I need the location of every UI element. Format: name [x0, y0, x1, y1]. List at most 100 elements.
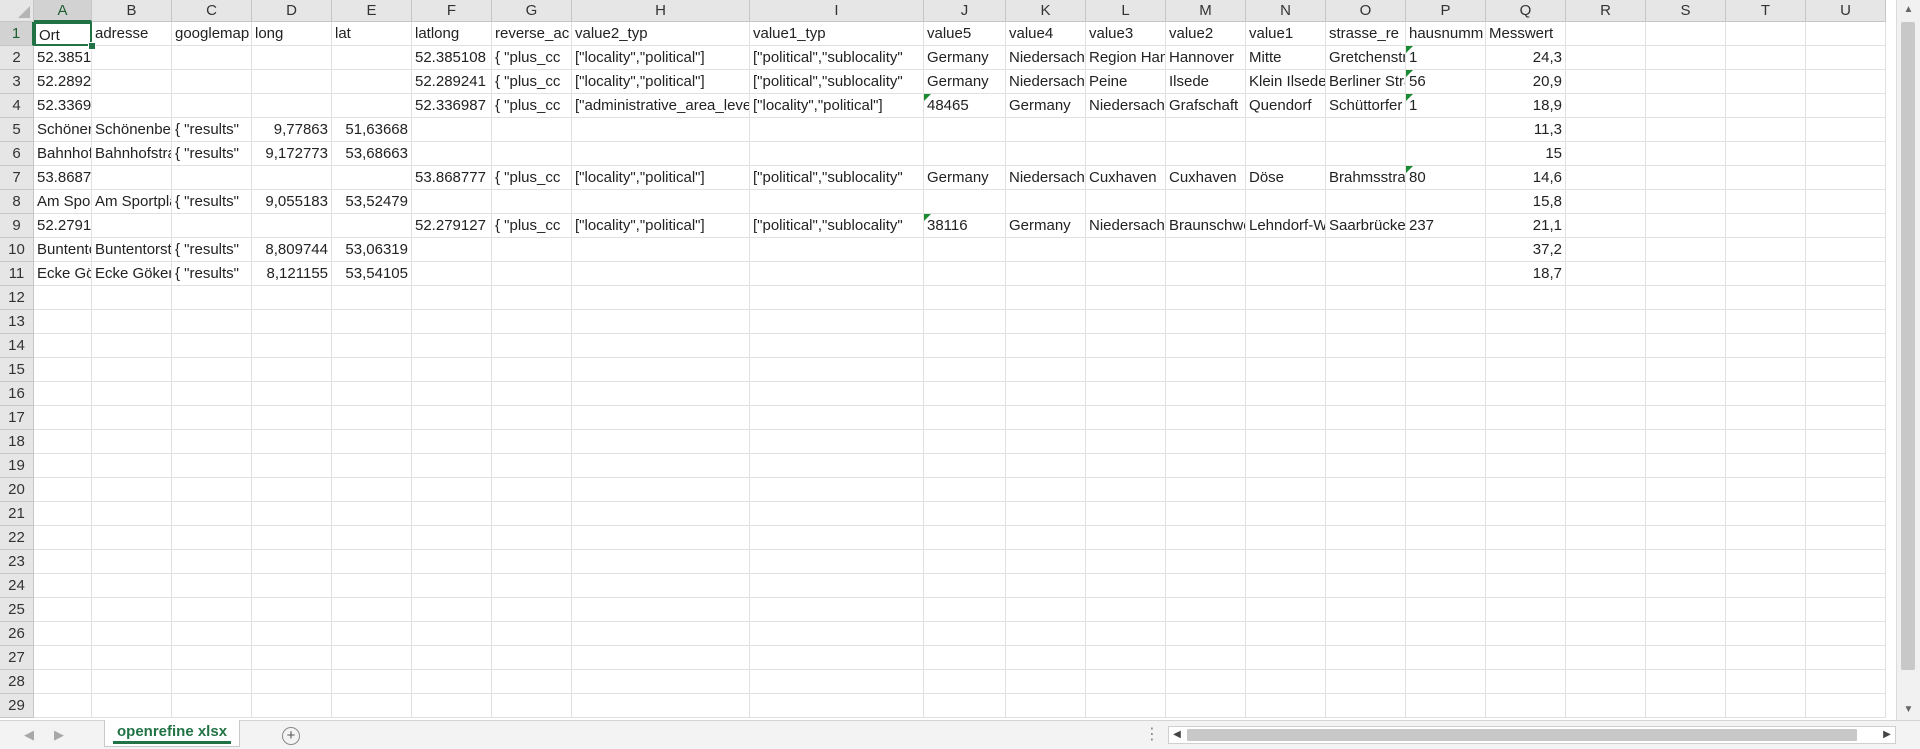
cell-c12[interactable] [172, 286, 252, 310]
fill-handle[interactable] [88, 42, 96, 50]
cell-s5[interactable] [1646, 118, 1726, 142]
cell-a11[interactable]: Ecke Gökerstraße [34, 262, 92, 286]
cell-o3[interactable]: Berliner Straße [1326, 70, 1406, 94]
cell-g3[interactable]: { "plus_cc [492, 70, 572, 94]
cell-l9[interactable]: Niedersachsen [1086, 214, 1166, 238]
cell-h16[interactable] [572, 382, 750, 406]
cell-n22[interactable] [1246, 526, 1326, 550]
cell-t8[interactable] [1726, 190, 1806, 214]
cell-c23[interactable] [172, 550, 252, 574]
row-header-22[interactable]: 22 [0, 526, 34, 550]
cell-d1[interactable]: long [252, 22, 332, 46]
cell-u4[interactable] [1806, 94, 1886, 118]
cell-q15[interactable] [1486, 358, 1566, 382]
cell-a20[interactable] [34, 478, 92, 502]
cell-k19[interactable] [1006, 454, 1086, 478]
cell-c11[interactable]: { "results" [172, 262, 252, 286]
cell-d11[interactable]: 8,121155 [252, 262, 332, 286]
cell-q11[interactable]: 18,7 [1486, 262, 1566, 286]
cell-t15[interactable] [1726, 358, 1806, 382]
cell-c20[interactable] [172, 478, 252, 502]
cell-o28[interactable] [1326, 670, 1406, 694]
cell-q24[interactable] [1486, 574, 1566, 598]
cell-b17[interactable] [92, 406, 172, 430]
cell-d21[interactable] [252, 502, 332, 526]
cell-n29[interactable] [1246, 694, 1326, 718]
column-header-s[interactable]: S [1646, 0, 1726, 22]
cell-m9[interactable]: Braunschweig [1166, 214, 1246, 238]
cell-u9[interactable] [1806, 214, 1886, 238]
cell-g9[interactable]: { "plus_cc [492, 214, 572, 238]
cell-u6[interactable] [1806, 142, 1886, 166]
cell-o7[interactable]: Brahmsstraße [1326, 166, 1406, 190]
cell-o13[interactable] [1326, 310, 1406, 334]
cell-u24[interactable] [1806, 574, 1886, 598]
cell-q18[interactable] [1486, 430, 1566, 454]
cell-l23[interactable] [1086, 550, 1166, 574]
cell-p28[interactable] [1406, 670, 1486, 694]
cell-g28[interactable] [492, 670, 572, 694]
cell-b26[interactable] [92, 622, 172, 646]
cell-q29[interactable] [1486, 694, 1566, 718]
cell-j27[interactable] [924, 646, 1006, 670]
cell-a18[interactable] [34, 430, 92, 454]
cell-o1[interactable]: strasse_re [1326, 22, 1406, 46]
cell-k22[interactable] [1006, 526, 1086, 550]
cell-s11[interactable] [1646, 262, 1726, 286]
cell-r27[interactable] [1566, 646, 1646, 670]
cell-k4[interactable]: Germany [1006, 94, 1086, 118]
cell-n10[interactable] [1246, 238, 1326, 262]
cell-d23[interactable] [252, 550, 332, 574]
cell-c14[interactable] [172, 334, 252, 358]
row-header-29[interactable]: 29 [0, 694, 34, 718]
cell-g18[interactable] [492, 430, 572, 454]
cell-i22[interactable] [750, 526, 924, 550]
cell-g15[interactable] [492, 358, 572, 382]
cell-s16[interactable] [1646, 382, 1726, 406]
cell-u7[interactable] [1806, 166, 1886, 190]
cell-f23[interactable] [412, 550, 492, 574]
cell-b23[interactable] [92, 550, 172, 574]
cell-n2[interactable]: Mitte [1246, 46, 1326, 70]
cell-q20[interactable] [1486, 478, 1566, 502]
cell-c19[interactable] [172, 454, 252, 478]
cell-i29[interactable] [750, 694, 924, 718]
cell-s17[interactable] [1646, 406, 1726, 430]
cell-h25[interactable] [572, 598, 750, 622]
cell-i12[interactable] [750, 286, 924, 310]
cell-q25[interactable] [1486, 598, 1566, 622]
cell-r5[interactable] [1566, 118, 1646, 142]
cell-l1[interactable]: value3 [1086, 22, 1166, 46]
cell-n25[interactable] [1246, 598, 1326, 622]
row-header-25[interactable]: 25 [0, 598, 34, 622]
cell-k10[interactable] [1006, 238, 1086, 262]
cell-m26[interactable] [1166, 622, 1246, 646]
vertical-scroll-thumb[interactable] [1901, 22, 1915, 670]
cell-q1[interactable]: Messwert [1486, 22, 1566, 46]
cell-n7[interactable]: Döse [1246, 166, 1326, 190]
cell-r13[interactable] [1566, 310, 1646, 334]
cell-p17[interactable] [1406, 406, 1486, 430]
cell-l10[interactable] [1086, 238, 1166, 262]
cell-o2[interactable]: Gretchenstraße [1326, 46, 1406, 70]
cell-t18[interactable] [1726, 430, 1806, 454]
cell-h19[interactable] [572, 454, 750, 478]
cell-l28[interactable] [1086, 670, 1166, 694]
cell-d26[interactable] [252, 622, 332, 646]
cell-r6[interactable] [1566, 142, 1646, 166]
cell-e14[interactable] [332, 334, 412, 358]
cell-r4[interactable] [1566, 94, 1646, 118]
cell-g1[interactable]: reverse_ac [492, 22, 572, 46]
cell-m4[interactable]: Grafschaft [1166, 94, 1246, 118]
cell-d9[interactable] [252, 214, 332, 238]
cell-g16[interactable] [492, 382, 572, 406]
column-header-t[interactable]: T [1726, 0, 1806, 22]
cell-n19[interactable] [1246, 454, 1326, 478]
cell-h23[interactable] [572, 550, 750, 574]
row-header-4[interactable]: 4 [0, 94, 34, 118]
cell-t24[interactable] [1726, 574, 1806, 598]
cell-k1[interactable]: value4 [1006, 22, 1086, 46]
scroll-down-arrow-icon[interactable]: ▼ [1897, 700, 1920, 720]
cell-s8[interactable] [1646, 190, 1726, 214]
cell-e7[interactable] [332, 166, 412, 190]
